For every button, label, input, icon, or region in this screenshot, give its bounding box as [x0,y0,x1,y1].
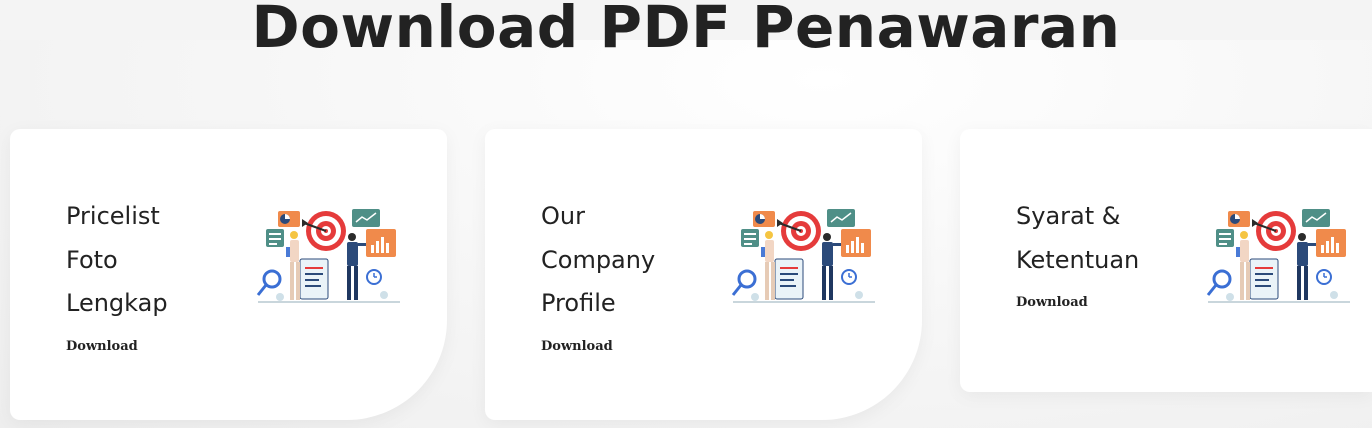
card-syarat-ketentuan: Syarat & Ketentuan Download [960,129,1372,392]
card-title: Pricelist Foto Lengkap [66,195,216,326]
card-title-line: Foto [66,245,118,274]
card-title-line: Our [541,202,585,230]
download-link[interactable]: Download [1016,295,1088,310]
card-title-line: Company [541,245,656,274]
card-title-line: Lengkap [66,289,168,317]
card-title: Syarat & Ketentuan [1016,195,1166,282]
download-link[interactable]: Download [66,339,138,354]
business-target-illustration-icon [731,207,877,307]
card-company-profile: Our Company Profile Download [485,129,922,420]
business-target-illustration-icon [256,207,402,307]
card-title: Our Company Profile [541,195,691,326]
card-title-line: Ketentuan [1016,245,1140,274]
business-target-illustration-icon [1206,207,1352,307]
card-title-line: Profile [541,289,616,317]
card-pricelist: Pricelist Foto Lengkap Download [10,129,447,420]
page-title: Download PDF Penawaran [251,0,1121,61]
download-link[interactable]: Download [541,339,613,354]
card-title-line: Pricelist [66,202,160,230]
card-title-line: Syarat & [1016,202,1121,230]
